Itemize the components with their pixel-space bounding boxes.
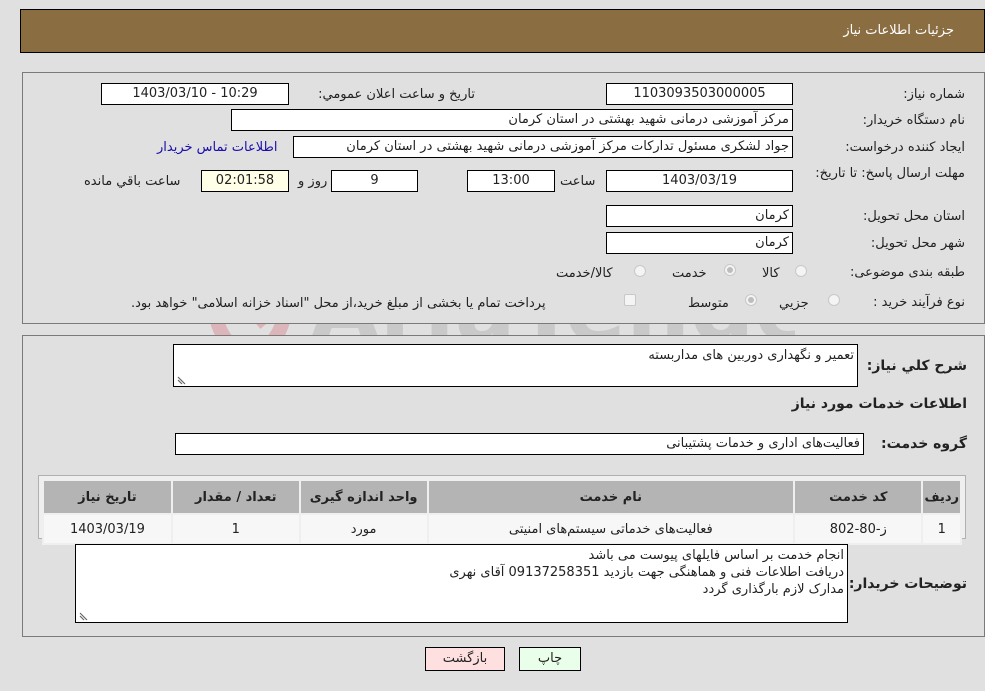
treasury-checkbox-label: پرداخت تمام يا بخشی از مبلغ خريد،از محل … — [131, 296, 546, 311]
days-label: روز و — [298, 174, 328, 189]
service-group-label: گروه خدمت: — [881, 436, 967, 452]
description-textarea[interactable]: تعمیر و نگهداری دوربین های مداربسته — [173, 344, 858, 387]
service-group-field: فعالیت‌های اداری و خدمات پشتیبانی — [175, 433, 864, 455]
resize-grip-icon[interactable] — [176, 375, 186, 385]
services-section-title: اطلاعات خدمات مورد نياز — [791, 396, 967, 412]
category-option-goods: کالا — [762, 266, 780, 281]
description-label: شرح کلي نياز: — [866, 358, 967, 374]
deadline-date-field: 1403/03/19 — [606, 170, 793, 192]
requester-field: جواد لشکری مسئول تدارکات مرکز آموزشی درم… — [293, 136, 793, 158]
buyer-org-field: مرکز آموزشی درمانی شهید بهشتی در استان ک… — [231, 109, 793, 131]
need-number-label: شماره نیاز: — [903, 87, 965, 102]
page-header: جزئیات اطلاعات نیاز — [20, 9, 985, 53]
col-need-date: تاريخ نياز — [42, 479, 173, 515]
requester-label: ايجاد کننده درخواست: — [845, 140, 965, 155]
deadline-time-label: ساعت — [560, 174, 596, 189]
delivery-province-label: استان محل تحويل: — [863, 209, 965, 224]
deadline-days-field: 9 — [331, 170, 418, 192]
announce-datetime-field: 1403/03/10 - 10:29 — [101, 83, 289, 105]
purchase-type-label: نوع فرآيند خريد : — [873, 295, 965, 310]
col-service-code: کد خدمت — [793, 479, 924, 515]
page-title: جزئیات اطلاعات نیاز — [843, 23, 954, 38]
purchase-radio-minor[interactable] — [828, 294, 840, 306]
cell-service-code: ز-80-802 — [793, 513, 924, 545]
remaining-time-label: ساعت باقي مانده — [84, 174, 181, 189]
buyer-notes-label: توضيحات خريدار: — [848, 576, 967, 592]
buyer-org-label: نام دستگاه خريدار: — [862, 113, 965, 128]
delivery-city-field: کرمان — [606, 232, 793, 254]
col-quantity: تعداد / مقدار — [170, 479, 301, 515]
cell-service-name: فعالیت‌های خدماتی سیستم‌های امنیتی — [426, 513, 796, 545]
cell-need-date: 1403/03/19 — [42, 513, 173, 545]
description-text: تعمیر و نگهداری دوربین های مداربسته — [648, 348, 854, 363]
category-option-goods-service: کالا/خدمت — [556, 266, 613, 281]
buyer-notes-line: دریافت اطلاعات فنی و هماهنگی جهت بازدید … — [449, 565, 844, 580]
table-row: 1 ز-80-802 فعالیت‌های خدماتی سیستم‌های ا… — [42, 513, 962, 545]
category-option-service: خدمت — [672, 266, 707, 281]
table-header-row: رديف کد خدمت نام خدمت واحد اندازه گيری ت… — [42, 479, 962, 515]
category-label: طبقه بندی موضوعی: — [849, 265, 965, 280]
buyer-notes-textarea[interactable]: انجام خدمت بر اساس فایلهای پیوست می باشد… — [75, 544, 848, 623]
category-radio-goods[interactable] — [795, 265, 807, 277]
cell-row-number: 1 — [921, 513, 962, 545]
treasury-checkbox[interactable] — [624, 294, 636, 306]
announce-datetime-label: تاریخ و ساعت اعلان عمومي: — [318, 87, 475, 102]
cell-unit: مورد — [298, 513, 429, 545]
category-radio-service[interactable] — [724, 264, 736, 276]
services-table: رديف کد خدمت نام خدمت واحد اندازه گيری ت… — [42, 479, 962, 545]
buyer-notes-line: مدارک لازم بارگذاری گردد — [702, 582, 844, 597]
purchase-option-minor: جزيي — [779, 296, 809, 311]
buyer-contact-link[interactable]: اطلاعات تماس خريدار — [157, 140, 277, 155]
remaining-time-field: 02:01:58 — [201, 170, 289, 192]
services-table-container: رديف کد خدمت نام خدمت واحد اندازه گيری ت… — [38, 475, 966, 545]
back-button[interactable]: بازگشت — [425, 647, 505, 671]
col-row-number: رديف — [921, 479, 962, 515]
cell-quantity: 1 — [170, 513, 301, 545]
col-unit: واحد اندازه گيری — [298, 479, 429, 515]
purchase-option-medium: متوسط — [688, 296, 729, 311]
delivery-city-label: شهر محل تحويل: — [870, 236, 965, 251]
buyer-notes-line: انجام خدمت بر اساس فایلهای پیوست می باشد — [588, 548, 844, 563]
delivery-province-field: کرمان — [606, 205, 793, 227]
resize-grip-icon[interactable] — [78, 611, 88, 621]
deadline-label: مهلت ارسال پاسخ: تا تاريخ: — [815, 166, 965, 181]
purchase-radio-medium[interactable] — [745, 294, 757, 306]
deadline-time-field: 13:00 — [467, 170, 555, 192]
category-radio-goods-service[interactable] — [634, 265, 646, 277]
col-service-name: نام خدمت — [426, 479, 796, 515]
print-button[interactable]: چاپ — [519, 647, 581, 671]
need-number-field: 1103093503000005 — [606, 83, 793, 105]
